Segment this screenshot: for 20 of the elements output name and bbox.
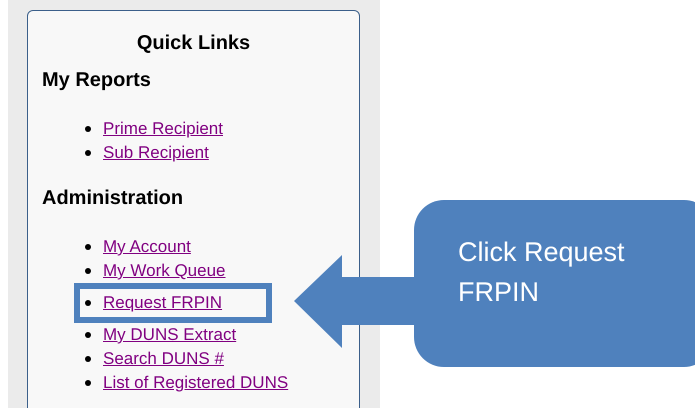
- quick-link[interactable]: Search DUNS #: [103, 347, 224, 371]
- quick-link[interactable]: My DUNS Extract: [103, 323, 236, 347]
- bullet-icon: [85, 300, 91, 306]
- section-heading: Administration: [42, 187, 184, 209]
- bullet-icon: [85, 268, 91, 274]
- section-heading: My Reports: [42, 69, 151, 91]
- bullet-icon: [85, 356, 91, 362]
- quick-link[interactable]: My Account: [103, 235, 191, 259]
- quick-link[interactable]: Request FRPIN: [103, 291, 222, 315]
- callout-text: Click Request FRPIN: [458, 237, 625, 307]
- bullet-icon: [85, 380, 91, 386]
- panel-title: Quick Links: [136, 31, 250, 56]
- quick-link[interactable]: Prime Recipient: [103, 117, 223, 141]
- quick-link[interactable]: List of Registered DUNS: [103, 371, 288, 395]
- bullet-icon: [85, 126, 91, 132]
- bullet-icon: [85, 332, 91, 338]
- bullet-icon: [85, 150, 91, 156]
- quick-link[interactable]: My Work Queue: [103, 259, 226, 283]
- quick-link[interactable]: Sub Recipient: [103, 141, 209, 165]
- bullet-icon: [85, 244, 91, 250]
